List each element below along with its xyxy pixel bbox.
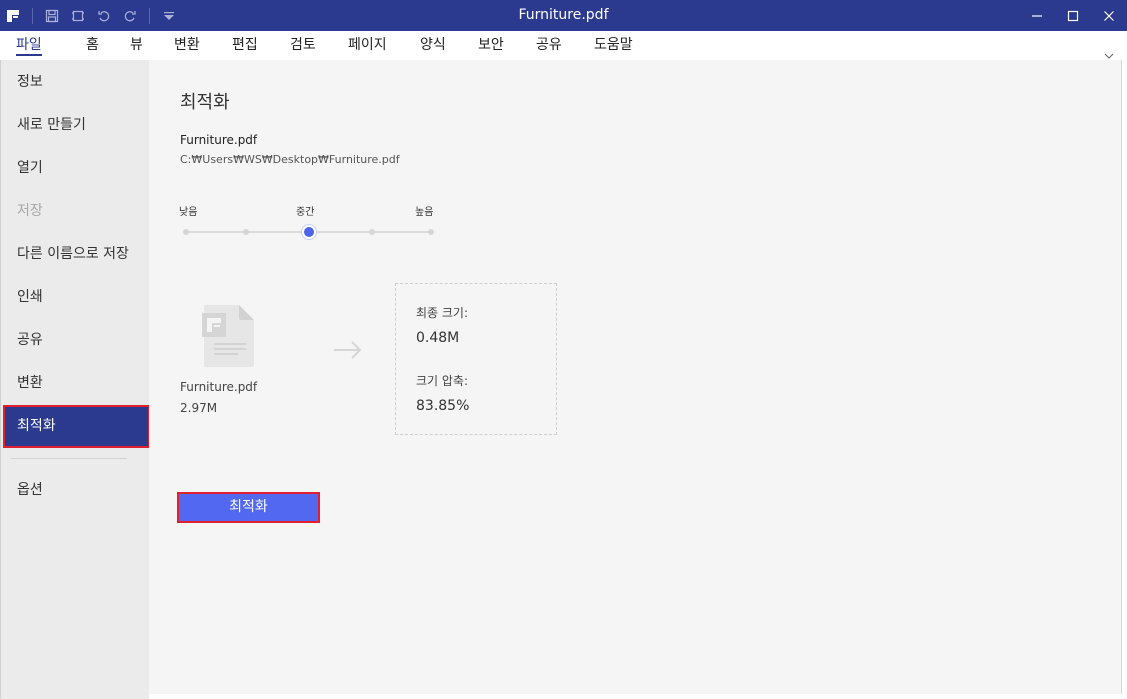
slider-tick[interactable]: [428, 229, 434, 235]
sidebar-item-new[interactable]: 새로 만들기: [1, 104, 150, 147]
menu-help[interactable]: 도움말: [594, 36, 633, 56]
customize-quick-access-icon[interactable]: [156, 0, 182, 31]
sidebar-item-share[interactable]: 공유: [1, 319, 150, 362]
slider-handle[interactable]: [302, 225, 316, 239]
sidebar-item-save: 저장: [17, 203, 43, 219]
sidebar-item-convert[interactable]: 변환: [1, 362, 150, 405]
app-logo-icon[interactable]: [0, 0, 26, 31]
maximize-icon[interactable]: [1055, 0, 1091, 31]
slider-tick[interactable]: [243, 229, 249, 235]
compression-value: 83.85%: [416, 398, 470, 414]
redo-icon[interactable]: [117, 0, 143, 31]
menu-review[interactable]: 검토: [290, 36, 316, 56]
window-bottom-edge: [149, 694, 1127, 699]
optimize-panel: 최적화 Furniture.pdf C:₩Users₩WS₩Desktop₩Fu…: [149, 60, 1121, 694]
result-summary-box: 최종 크기: 0.48M 크기 압축: 83.85%: [395, 283, 557, 435]
menu-file[interactable]: 파일: [16, 36, 42, 56]
menu-home[interactable]: 홈: [86, 36, 99, 56]
sidebar-item-options[interactable]: 옵션: [1, 469, 150, 512]
file-name: Furniture.pdf: [180, 133, 258, 147]
toolbar-divider: [149, 7, 150, 24]
arrow-right-icon: [333, 340, 363, 364]
sidebar-item-print[interactable]: 인쇄: [1, 276, 150, 319]
menu-convert[interactable]: 변환: [174, 36, 200, 56]
original-file-size: 2.97M: [180, 401, 218, 415]
file-path: C:₩Users₩WS₩Desktop₩Furniture.pdf: [180, 153, 400, 166]
backstage-sidebar: 정보 새로 만들기 열기 저장 다른 이름으로 저장 인쇄 공유 변환 최적화 …: [0, 60, 150, 699]
original-file-name: Furniture.pdf: [180, 380, 258, 394]
level-label-low: 낮음: [179, 207, 198, 218]
pdf-document-icon: [202, 303, 256, 373]
save-icon[interactable]: [39, 0, 65, 31]
menu-bar: 파일 홈 뷰 변환 편집 검토 페이지 양식 보안 공유 도움말: [0, 31, 1127, 60]
menu-form[interactable]: 양식: [420, 36, 446, 56]
undo-icon[interactable]: [91, 0, 117, 31]
level-label-high: 높음: [415, 207, 434, 218]
menu-edit[interactable]: 편집: [232, 36, 258, 56]
print-icon[interactable]: [65, 0, 91, 31]
minimize-icon[interactable]: [1019, 0, 1055, 31]
menu-view[interactable]: 뷰: [130, 36, 143, 56]
optimize-button[interactable]: 최적화: [177, 492, 320, 523]
title-bar: Furniture.pdf: [0, 0, 1127, 31]
window-right-edge: [1121, 60, 1127, 699]
compression-label: 크기 압축:: [416, 374, 469, 388]
sidebar-item-save-as[interactable]: 다른 이름으로 저장: [1, 233, 150, 276]
final-size-label: 최종 크기:: [416, 306, 469, 320]
sidebar-item-optimize[interactable]: 최적화: [3, 405, 150, 448]
page-title: 최적화: [180, 92, 230, 113]
menu-page[interactable]: 페이지: [348, 36, 387, 56]
menu-share[interactable]: 공유: [536, 36, 562, 56]
close-icon[interactable]: [1091, 0, 1127, 31]
window-controls: [1019, 0, 1127, 31]
quick-access-toolbar: [0, 0, 182, 31]
slider-tick[interactable]: [183, 229, 189, 235]
final-size-value: 0.48M: [416, 330, 460, 346]
menu-security[interactable]: 보안: [478, 36, 504, 56]
sidebar-item-open[interactable]: 열기: [1, 147, 150, 190]
sidebar-item-info[interactable]: 정보: [1, 61, 150, 104]
toolbar-divider: [32, 7, 33, 24]
slider-tick[interactable]: [369, 229, 375, 235]
sidebar-divider: [11, 458, 127, 459]
level-label-medium: 중간: [296, 207, 315, 218]
